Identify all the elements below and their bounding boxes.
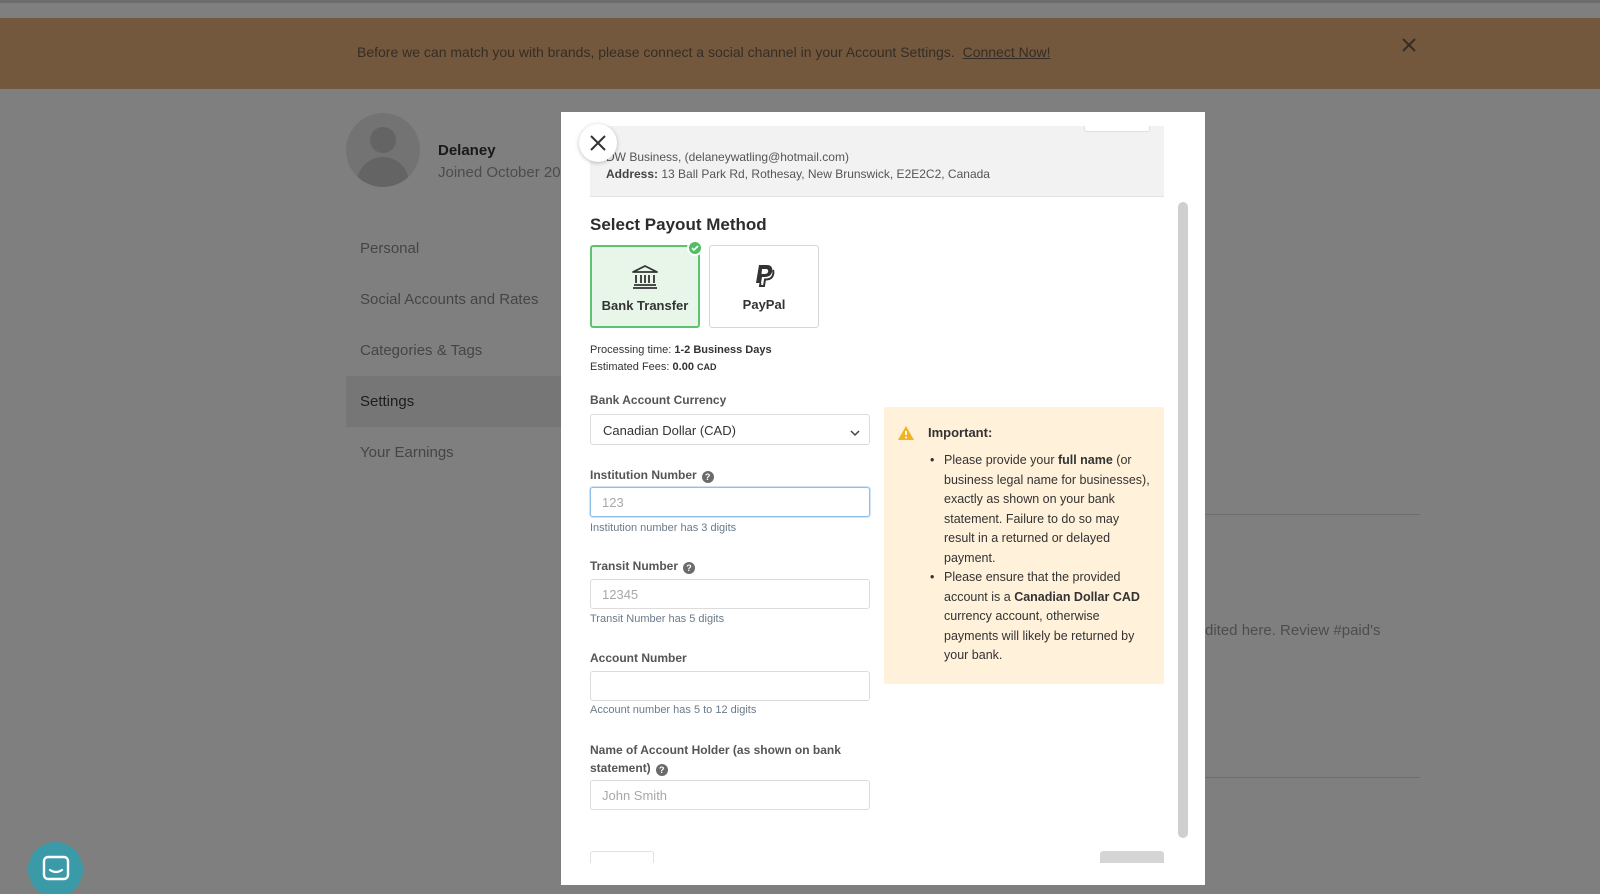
notice-list: Please provide your full name (or busine… bbox=[928, 451, 1150, 666]
notice-item: Please provide your full name (or busine… bbox=[928, 451, 1150, 568]
paypal-option[interactable]: PayPal bbox=[709, 245, 819, 328]
currency-value: Canadian Dollar (CAD) bbox=[603, 423, 736, 438]
currency-label: Bank Account Currency bbox=[590, 393, 727, 407]
notice-title: Important: bbox=[928, 425, 993, 440]
important-notice: Important: Please provide your full name… bbox=[884, 407, 1164, 684]
chat-launcher-button[interactable] bbox=[28, 842, 83, 894]
transit-number-label: Transit Number? bbox=[590, 559, 696, 574]
edit-button[interactable] bbox=[1084, 126, 1150, 132]
selected-check-icon bbox=[687, 240, 703, 256]
transit-number-hint: Transit Number has 5 digits bbox=[590, 613, 725, 625]
estimated-fees: Estimated Fees: 0.00 CAD bbox=[590, 361, 717, 373]
paypal-icon bbox=[753, 263, 775, 294]
help-icon[interactable]: ? bbox=[701, 471, 714, 483]
billing-info-box: DW Business, (delaneywatling@hotmail.com… bbox=[590, 126, 1164, 197]
section-title: Select Payout Method bbox=[590, 215, 767, 234]
address-label: Address: bbox=[606, 167, 659, 181]
account-holder-label: Name of Account Holder (as shown on bank bbox=[590, 743, 841, 757]
bank-transfer-label: Bank Transfer bbox=[601, 298, 689, 313]
institution-number-label: Institution Number? bbox=[590, 468, 714, 483]
back-button[interactable] bbox=[590, 851, 654, 863]
account-number-hint: Account number has 5 to 12 digits bbox=[590, 704, 757, 716]
institution-number-input[interactable] bbox=[590, 487, 870, 517]
institution-number-hint: Institution number has 3 digits bbox=[590, 522, 737, 534]
modal-scrollbar[interactable] bbox=[1178, 202, 1188, 838]
modal-close-button[interactable] bbox=[579, 124, 617, 162]
bank-icon bbox=[631, 264, 659, 295]
account-number-input[interactable] bbox=[590, 671, 870, 701]
address-value: 13 Ball Park Rd, Rothesay, New Brunswick… bbox=[661, 167, 990, 181]
business-info: DW Business, (delaneywatling@hotmail.com… bbox=[606, 150, 849, 164]
submit-button[interactable] bbox=[1100, 851, 1164, 863]
chat-icon bbox=[42, 855, 70, 881]
warning-icon bbox=[897, 425, 915, 446]
currency-select[interactable]: Canadian Dollar (CAD) bbox=[590, 414, 870, 445]
bank-transfer-option[interactable]: Bank Transfer bbox=[590, 245, 700, 328]
notice-item: Please ensure that the provided account … bbox=[928, 568, 1150, 666]
help-icon[interactable]: ? bbox=[683, 562, 696, 574]
paypal-label: PayPal bbox=[742, 297, 786, 312]
account-number-label: Account Number bbox=[590, 651, 687, 665]
transit-number-input[interactable] bbox=[590, 579, 870, 609]
processing-time: Processing time: 1-2 Business Days bbox=[590, 344, 772, 356]
help-icon[interactable]: ? bbox=[655, 764, 668, 776]
account-holder-label-line2: statement)? bbox=[590, 761, 668, 776]
address-info: Address: 13 Ball Park Rd, Rothesay, New … bbox=[606, 167, 990, 181]
account-holder-input[interactable] bbox=[590, 780, 870, 810]
payout-method-modal: DW Business, (delaneywatling@hotmail.com… bbox=[561, 112, 1205, 885]
chevron-down-icon bbox=[849, 425, 861, 443]
close-icon bbox=[590, 135, 606, 151]
